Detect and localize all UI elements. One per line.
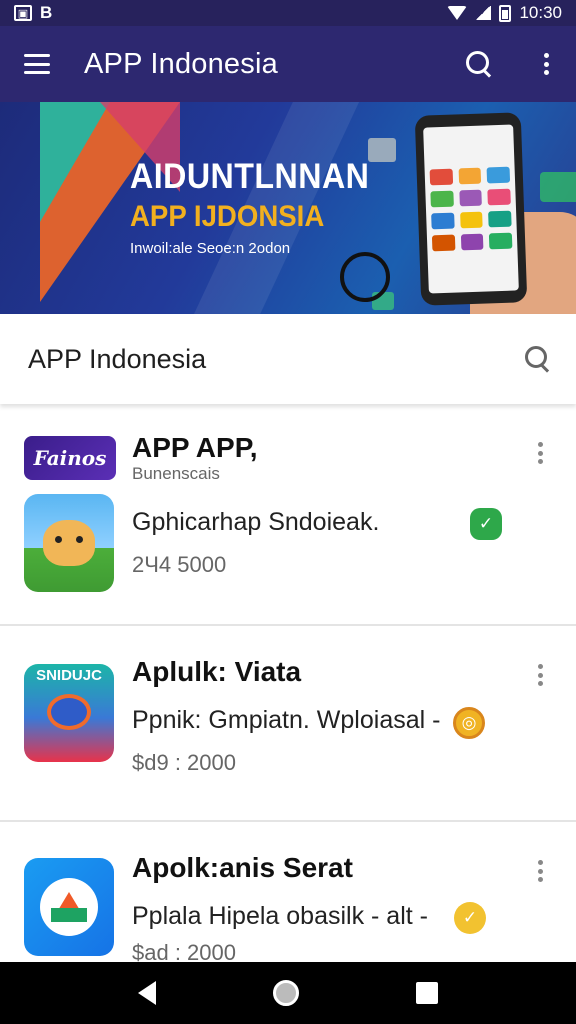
target-icon: ◎: [453, 707, 485, 739]
gallery-icon: ▣: [14, 5, 32, 21]
list-item[interactable]: Fainos APP APP, Bunenscais Gphicarhap Sn…: [0, 404, 576, 626]
status-bar: ▣ B 10:30: [0, 0, 576, 26]
search-icon[interactable]: [464, 49, 494, 79]
navigation-bar: [0, 962, 576, 1024]
check-icon: ✓: [470, 508, 502, 540]
recent-apps-icon[interactable]: [415, 982, 438, 1004]
list-item[interactable]: SNIDUJC Aplulk: Viata Ppnik: Gmpiatn. Wp…: [0, 626, 576, 822]
battery-icon: [499, 4, 512, 22]
app-title: APP Indonesia: [84, 47, 278, 80]
fox-app-icon: [24, 494, 114, 592]
game-app-icon: SNIDUJC: [24, 664, 114, 762]
banner-caption: Inwoil:ale Seoe:n 2odon: [130, 240, 291, 257]
app-price: $d9 : 2000: [132, 750, 236, 775]
search-bar[interactable]: APP Indonesia: [0, 314, 576, 404]
more-options-icon[interactable]: [530, 440, 550, 466]
phone-screen: [423, 124, 519, 294]
app-price: 2Ч4 5000: [132, 552, 227, 577]
status-left: ▣ B: [14, 3, 52, 23]
list-item[interactable]: Apolk:anis Serat Pplala Hipela obasilk -…: [0, 822, 576, 972]
gadget-image: [540, 172, 576, 202]
status-letter: B: [40, 3, 53, 22]
back-icon[interactable]: [138, 981, 157, 1005]
more-options-icon[interactable]: [530, 858, 550, 884]
status-right: 10:30: [447, 3, 562, 23]
app-title: APP APP,: [132, 432, 258, 463]
app-description: Gphicarhap Sndoieak.: [132, 508, 380, 536]
wifi-icon: [447, 6, 468, 20]
gadget-image: [368, 138, 396, 162]
status-time: 10:30: [519, 3, 562, 22]
icon-label: SNIDUJC: [36, 666, 102, 684]
app-bar: APP Indonesia: [0, 26, 576, 102]
banner-headline: AIDUNTLNNAN: [130, 157, 370, 196]
app-title: Apolk:anis Serat: [132, 852, 353, 883]
earphones-image: [340, 252, 390, 302]
drive-app-icon: [24, 858, 114, 956]
more-options-icon[interactable]: [536, 51, 556, 77]
app-description: Pplala Hipela obasilk - alt -: [132, 902, 428, 930]
signal-icon: [475, 6, 492, 20]
app-subtitle: Bunenscais: [132, 464, 220, 483]
check-icon: ✓: [454, 902, 486, 934]
phone-image: [414, 112, 528, 306]
menu-icon[interactable]: [24, 54, 50, 74]
home-icon[interactable]: [272, 980, 299, 1006]
app-description: Ppnik: Gmpiatn. Wploiasal -: [132, 706, 441, 734]
app-title: Aplulk: Viata: [132, 656, 302, 687]
promo-banner[interactable]: AIDUNTLNNAN APP IJDONSIA Inwoil:ale Seoe…: [0, 102, 576, 314]
more-options-icon[interactable]: [530, 662, 550, 688]
search-input[interactable]: APP Indonesia: [28, 344, 524, 375]
search-icon[interactable]: [524, 345, 552, 373]
drive-icon: [40, 878, 98, 936]
app-logo: Fainos: [24, 436, 116, 480]
globe-icon: [47, 693, 91, 730]
fox-face: [43, 520, 95, 566]
banner-subheadline: APP IJDONSIA: [130, 200, 325, 233]
